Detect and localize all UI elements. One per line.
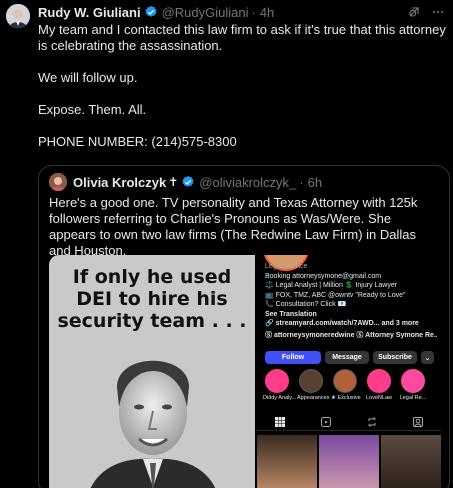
- tweet-text: My team and I contacted this law firm to…: [38, 22, 448, 150]
- post-thumbnail: [381, 435, 441, 488]
- verified-badge-icon: [145, 5, 157, 17]
- subscribe-button: Subscribe: [373, 351, 417, 364]
- highlight: Legal Re...: [399, 369, 427, 401]
- tweet-line: Expose. Them. All.: [38, 102, 147, 117]
- tweet-phone-line: PHONE NUMBER: (214)575-8300: [38, 134, 237, 149]
- follow-button: Follow: [265, 351, 321, 364]
- grok-icon[interactable]: [407, 5, 421, 19]
- highlight: Appearances: [297, 369, 329, 401]
- reposts-icon: [367, 416, 377, 427]
- meme-image[interactable]: If only he used DEI to hire his security…: [49, 255, 255, 488]
- portrait-photo: [90, 360, 216, 488]
- quoted-media: If only he used DEI to hire his security…: [49, 255, 441, 488]
- separator-dot: ·: [299, 174, 304, 190]
- highlight: LoveNLaw: [365, 369, 393, 401]
- cross-emoji: ✝: [168, 175, 179, 189]
- post-grid: [257, 435, 441, 488]
- quoted-author-name[interactable]: Olivia Krolczyk: [73, 175, 166, 190]
- tweet: Rudy W. Giuliani @RudyGiuliani · 4h My t…: [0, 0, 453, 488]
- header-actions: [407, 5, 445, 19]
- quoted-tweet-text: Here's a good one. TV personality and Te…: [49, 195, 418, 258]
- profile-buttons: Follow Message Subscribe ⌄: [265, 351, 435, 364]
- author-handle[interactable]: @RudyGiuliani: [162, 5, 249, 20]
- quoted-author-avatar[interactable]: [49, 173, 67, 191]
- profile-bio: Booking attorneysymone@gmail.com ⚖️ Lega…: [265, 272, 437, 341]
- grid-icon: [275, 416, 285, 427]
- tweet-header: Rudy W. Giuliani @RudyGiuliani · 4h: [38, 4, 445, 20]
- message-button: Message: [325, 351, 369, 364]
- post-thumbnail: [319, 435, 379, 488]
- reels-icon: [321, 416, 331, 427]
- author-avatar[interactable]: [6, 4, 30, 28]
- quoted-tweet-time[interactable]: 6h: [308, 175, 322, 190]
- tweet-line: My team and I contacted this law firm to…: [38, 22, 446, 53]
- profile-tabs: [257, 413, 441, 431]
- post-thumbnail: [257, 435, 317, 488]
- highlight: ★ Exclusive: [331, 369, 361, 401]
- more-options-icon[interactable]: [431, 5, 445, 19]
- profile-category: Legal Service: [265, 263, 308, 270]
- quoted-tweet-header: Olivia Krolczyk ✝ @oliviakrolczyk_ · 6h: [49, 173, 439, 191]
- tweet-line: We will follow up.: [38, 70, 138, 85]
- see-translation: See Translation: [265, 310, 317, 318]
- story-highlights: Diddy Analy... Appearances ★ Exclusive L…: [263, 369, 441, 401]
- bio-line: ⚖️ Legal Analyst | Million 💲 Injury Lawy…: [265, 282, 398, 290]
- tweet-time[interactable]: 4h: [260, 5, 274, 20]
- bio-line: 📞 Consultation? Click 📧: [265, 301, 347, 309]
- verified-badge-icon: [182, 175, 194, 187]
- threads-links: Ⓢ attorneysymoneredwine Ⓢ Attorney Symon…: [265, 332, 437, 340]
- separator-dot: ·: [251, 4, 256, 20]
- more-button: ⌄: [421, 351, 434, 364]
- bio-line: 📺 FOX, TMZ, ABC @owntv "Ready to Love": [265, 291, 406, 299]
- meme-caption: If only he used DEI to hire his security…: [57, 266, 247, 332]
- quoted-tweet[interactable]: Olivia Krolczyk ✝ @oliviakrolczyk_ · 6h …: [38, 165, 450, 488]
- bio-line: Booking attorneysymone@gmail.com: [265, 273, 382, 280]
- instagram-profile-screenshot[interactable]: Legal Service Booking attorneysymone@gma…: [257, 255, 441, 488]
- highlight: Diddy Analy...: [263, 369, 296, 401]
- quoted-author-handle[interactable]: @oliviakrolczyk_: [199, 175, 296, 190]
- author-name[interactable]: Rudy W. Giuliani: [38, 5, 141, 20]
- tagged-icon: [413, 416, 423, 427]
- profile-link: 🔗 streamyard.com/watch/7AWD... and 3 mor…: [265, 320, 419, 328]
